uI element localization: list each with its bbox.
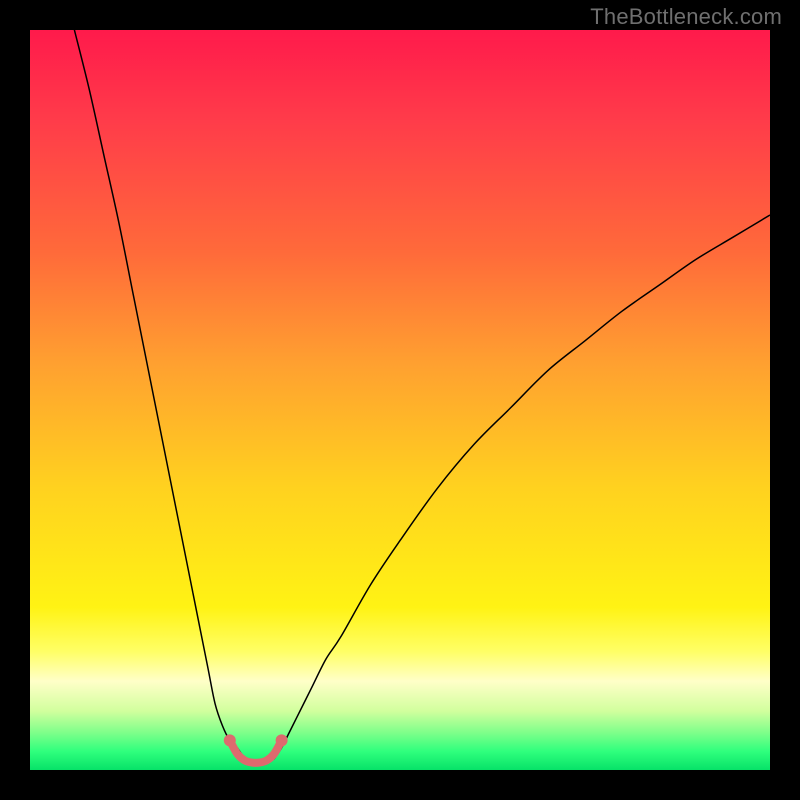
bottom-highlight-endpoints-point [224, 734, 236, 746]
chart-frame: TheBottleneck.com [0, 0, 800, 800]
plot-background [30, 30, 770, 770]
bottom-highlight-endpoints-point [276, 734, 288, 746]
watermark-text: TheBottleneck.com [590, 4, 782, 30]
bottleneck-chart [30, 30, 770, 770]
